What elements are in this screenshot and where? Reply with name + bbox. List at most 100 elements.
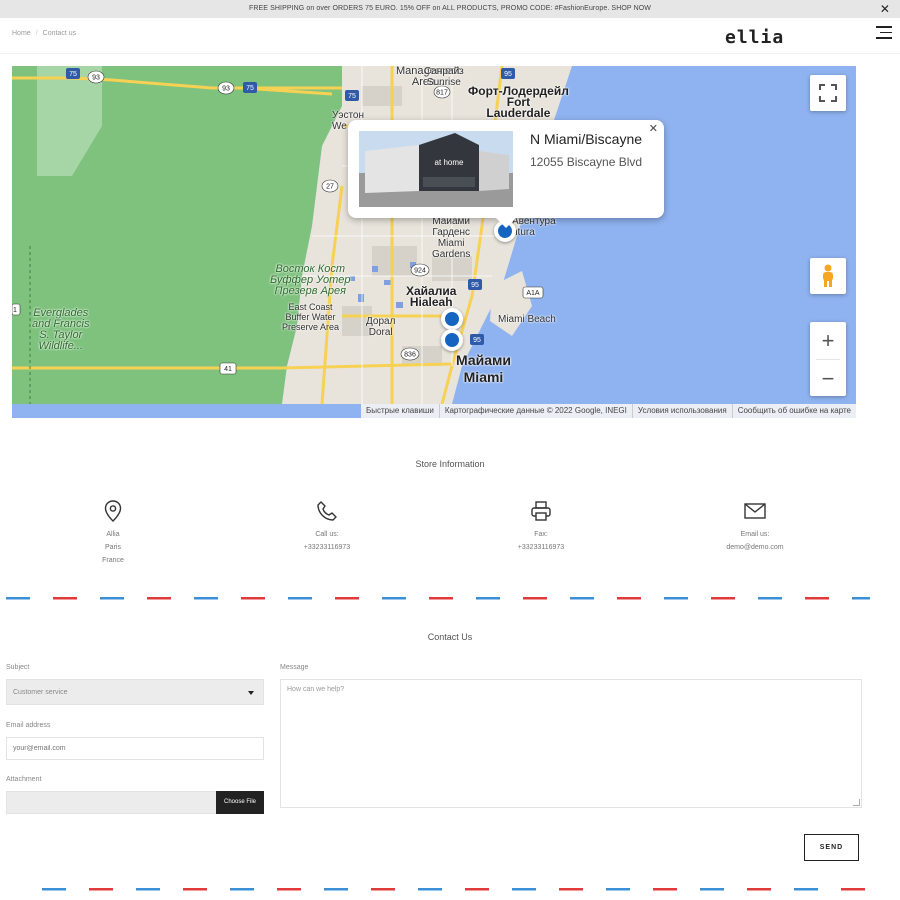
dash-segment [288, 597, 312, 600]
fax-label: Fax: [534, 531, 548, 538]
breadcrumb-home[interactable]: Home [12, 30, 31, 37]
hamburger-menu-icon[interactable] [876, 26, 892, 40]
svg-text:75: 75 [246, 85, 254, 92]
svg-text:75: 75 [69, 71, 77, 78]
dash-segment [747, 888, 771, 891]
map-label-sunrise: Санрайз Sunrise [424, 66, 464, 88]
attachment-label: Attachment [6, 776, 42, 783]
resize-handle-icon[interactable] [853, 799, 860, 806]
dash-segment [241, 597, 265, 600]
svg-text:A1A: A1A [526, 290, 540, 297]
map-report-link[interactable]: Сообщить об ошибке на карте [731, 404, 856, 418]
map-pin-miami[interactable] [441, 329, 463, 351]
svg-text:95: 95 [473, 337, 481, 344]
site-logo[interactable]: ellia [725, 27, 784, 48]
svg-text:1: 1 [13, 307, 17, 314]
dash-segment [653, 888, 677, 891]
photo-sign: at home [435, 158, 464, 167]
map-label-aventura: Авентура ntura [512, 216, 556, 238]
svg-text:93: 93 [222, 86, 230, 93]
svg-text:41: 41 [224, 366, 232, 373]
dash-segment [476, 597, 500, 600]
breadcrumb-current[interactable]: Contact us [43, 30, 76, 37]
close-icon[interactable]: ✕ [649, 122, 658, 135]
email-field-label: Email address [6, 722, 51, 729]
dash-segment [382, 597, 406, 600]
store-fax: Fax: +33233116973 [471, 500, 611, 554]
map-label-everglades: Everglades and Francis S. Taylor Wildlif… [32, 307, 90, 352]
address-line-1: Allia [106, 531, 120, 538]
subject-selected-value: Customer service [13, 689, 68, 696]
header: Home / Contact us ellia [0, 18, 900, 54]
message-label: Message [280, 664, 309, 671]
dash-segment [324, 888, 348, 891]
map-info-window[interactable]: ✕ at home N Miami/Biscayne 12055 Biscayn… [348, 120, 664, 228]
dash-segment [512, 888, 536, 891]
map-attribution: Быстрые клавиши Картографические данные … [360, 404, 856, 418]
send-button[interactable]: SEND [804, 834, 859, 861]
map-pin-hialeah[interactable] [441, 308, 463, 330]
subject-select[interactable]: Customer service [6, 679, 264, 705]
promo-bar: FREE SHIPPING on over ORDERS 75 EURO. 15… [0, 0, 900, 18]
dash-segment [335, 597, 359, 600]
map-data-credit: Картографические данные © 2022 Google, I… [438, 404, 632, 418]
fax-value: +33233116973 [517, 544, 565, 551]
dash-segment [194, 597, 218, 600]
location-pin-icon [104, 500, 122, 522]
airmail-divider [6, 597, 870, 600]
dash-segment [465, 888, 489, 891]
dash-segment [371, 888, 395, 891]
envelope-icon [744, 503, 766, 519]
email-label: Email us: [740, 531, 770, 538]
dash-segment [700, 888, 724, 891]
dash-segment [852, 597, 870, 600]
phone-icon [317, 501, 337, 521]
dash-segment [418, 888, 442, 891]
zoom-out-button[interactable]: − [810, 360, 846, 397]
attachment-filename-field[interactable] [6, 791, 218, 814]
dash-segment [794, 888, 818, 891]
store-phone: Call us: +33233116973 [257, 500, 397, 554]
map-label-miami: Майами Miami [456, 352, 511, 385]
map-label-east-coast-ru: Восток Кост Буффер Уотер Презерв Арея [270, 263, 351, 297]
svg-text:95: 95 [504, 71, 512, 78]
airmail-divider-bottom [42, 888, 865, 891]
store-photo: at home [359, 131, 513, 207]
map-terms-link[interactable]: Условия использования [631, 404, 732, 418]
store-information-title: Store Information [415, 459, 485, 469]
map-label-fort-lauderdale: Форт-Лодердейл Fort Lauderdale [468, 84, 569, 120]
contact-us-title: Contact Us [427, 632, 473, 642]
message-textarea[interactable]: How can we help? [280, 679, 862, 808]
map-label-miami-gardens: Майами Гарденс Miami Gardens [432, 216, 471, 260]
zoom-in-button[interactable]: + [810, 322, 846, 359]
breadcrumb-separator: / [35, 30, 38, 37]
svg-text:27: 27 [326, 184, 334, 191]
phone-value[interactable]: +33233116973 [257, 541, 397, 554]
store-email: Email us: demo@demo.com [685, 500, 825, 554]
map-label-doral: Дорал Doral [366, 316, 396, 338]
promo-text[interactable]: FREE SHIPPING on over ORDERS 75 EURO. 15… [249, 5, 651, 12]
dash-segment [136, 888, 160, 891]
store-map[interactable]: 75 93 93 75 75 817 95 27 924 95 A1A 95 8… [12, 66, 856, 418]
email-field[interactable] [6, 737, 264, 760]
info-window-title: N Miami/Biscayne [530, 131, 643, 147]
close-icon[interactable]: ✕ [880, 0, 890, 18]
email-value[interactable]: demo@demo.com [685, 541, 825, 554]
fullscreen-icon[interactable] [810, 75, 846, 111]
dash-segment [6, 597, 30, 600]
choose-file-button[interactable]: Choose File [216, 791, 264, 814]
address-line-3: France [102, 557, 124, 564]
info-window-address: 12055 Biscayne Blvd [530, 155, 643, 169]
dash-segment [89, 888, 113, 891]
dash-segment [559, 888, 583, 891]
svg-text:75: 75 [348, 93, 356, 100]
map-keyboard-shortcuts[interactable]: Быстрые клавиши [361, 404, 439, 418]
printer-icon [531, 501, 551, 521]
message-placeholder: How can we help? [287, 686, 345, 693]
street-view-pegman-icon[interactable] [810, 258, 846, 294]
phone-label: Call us: [315, 531, 339, 538]
address-line-2: Paris [105, 544, 121, 551]
svg-text:924: 924 [414, 268, 426, 275]
zoom-controls: + − [810, 322, 846, 396]
svg-text:93: 93 [92, 75, 100, 82]
